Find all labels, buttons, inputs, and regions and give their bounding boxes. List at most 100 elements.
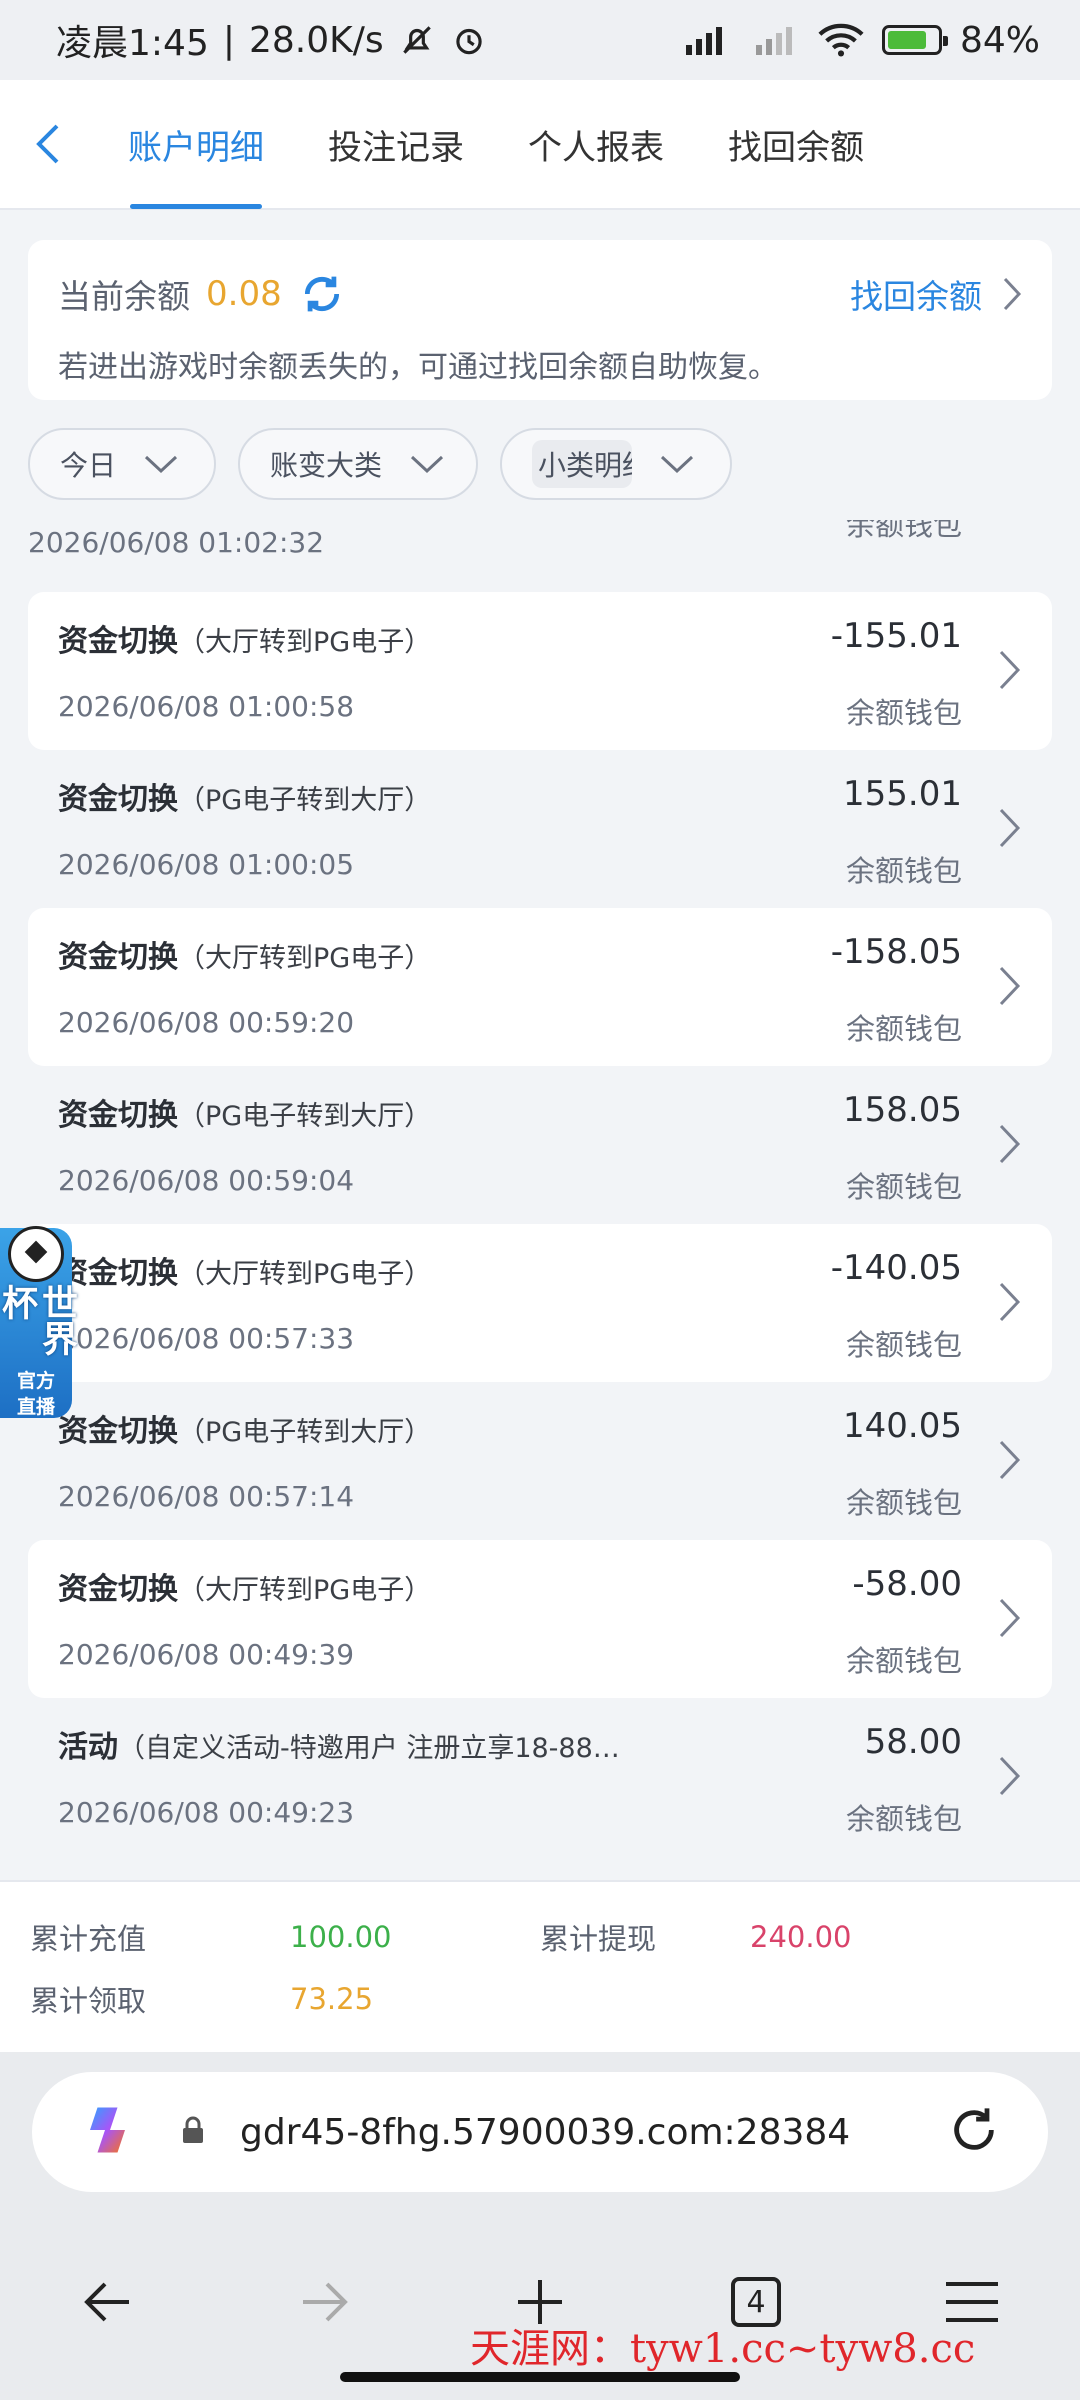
battery-level: 84% xyxy=(959,19,1040,61)
list-item[interactable]: 资金切换（PG电子转到大厅） 2026/06/08 01:00:05 155.0… xyxy=(28,750,1052,908)
record-time: 2026/06/08 01:02:32 xyxy=(28,526,325,559)
chevron-down-icon xyxy=(144,455,178,474)
status-time: 凌晨1:45 xyxy=(56,23,209,64)
record-title: 资金切换（PG电子转到大厅） xyxy=(58,1098,432,1133)
balance-value: 0.08 xyxy=(206,274,282,314)
list-item[interactable]: 活动（自定义活动-特邀用户 注册立享18-88… 2026/06/08 00:4… xyxy=(28,1698,1052,1856)
signal-weak-icon xyxy=(752,23,800,57)
record-time: 2026/06/08 01:00:58 xyxy=(58,690,355,723)
chevron-right-icon xyxy=(999,1598,1021,1638)
url-text: gdr45-8fhg.57900039.com:28384 xyxy=(240,2111,851,2153)
category-filter-label: 账变大类 xyxy=(270,449,383,482)
chevron-right-icon xyxy=(999,1282,1021,1322)
filter-bar: 今日 账变大类 小类明细 xyxy=(28,428,732,500)
list-item[interactable]: 资金切换（大厅转到PG电子） 2026/06/08 01:00:58 -155.… xyxy=(28,592,1052,750)
record-wallet: 余额钱包 xyxy=(845,1170,962,1204)
chevron-down-icon xyxy=(660,455,694,474)
tab-personal-report[interactable]: 个人报表 xyxy=(496,79,696,209)
record-wallet: 余额钱包 xyxy=(845,1328,962,1362)
record-detail: （大厅转到PG电子） xyxy=(178,627,432,658)
recharge-total-value: 100.00 xyxy=(290,1920,392,1954)
record-amount: 140.05 xyxy=(843,1406,962,1446)
record-title: 资金切换（PG电子转到大厅） xyxy=(58,782,432,817)
record-time: 2026/06/08 00:59:20 xyxy=(58,1006,355,1039)
balance-card: 当前余额 0.08 找回余额 若进出游戏时余额丢失的，可通过找回余额自助恢复。 xyxy=(28,240,1052,400)
status-separator: | xyxy=(222,19,235,61)
chevron-right-icon xyxy=(999,1440,1021,1480)
recover-balance-label: 找回余额 xyxy=(850,277,982,316)
record-title: 资金切换（大厅转到PG电子） xyxy=(58,1572,432,1607)
balance-note: 若进出游戏时余额丢失的，可通过找回余额自助恢复。 xyxy=(58,350,778,385)
football-icon xyxy=(8,1226,64,1282)
subcategory-filter[interactable]: 小类明细 xyxy=(500,428,732,500)
category-filter[interactable]: 账变大类 xyxy=(238,428,478,500)
record-detail: （大厅转到PG电子） xyxy=(178,943,432,974)
claim-total-label: 累计领取 xyxy=(30,1984,147,2018)
list-item[interactable]: 资金切换（PG电子转到大厅） 2026/06/08 00:57:14 140.0… xyxy=(28,1382,1052,1540)
record-time: 2026/06/08 01:00:05 xyxy=(58,848,355,881)
record-wallet: 余额钱包 xyxy=(845,854,962,888)
record-detail: （PG电子转到大厅） xyxy=(178,1101,432,1132)
record-time: 2026/06/08 00:49:39 xyxy=(58,1638,355,1671)
record-amount: 58.00 xyxy=(864,1722,962,1762)
world-cup-sub2: 直播 xyxy=(16,1396,55,1418)
tab-recover-balance[interactable]: 找回余额 xyxy=(696,79,896,209)
reload-icon[interactable] xyxy=(948,2104,1000,2160)
list-item[interactable]: 2026/06/08 01:02:32 余额钱包 xyxy=(28,520,1052,590)
browser-forward-button[interactable] xyxy=(264,2252,384,2352)
balance-label: 当前余额 xyxy=(58,277,190,316)
world-cup-sub1: 官方 xyxy=(16,1370,55,1392)
arrow-right-icon xyxy=(303,2282,348,2322)
record-amount: 155.01 xyxy=(843,774,962,814)
tab-bet-records[interactable]: 投注记录 xyxy=(296,79,496,209)
refresh-icon[interactable] xyxy=(300,272,344,316)
withdraw-total-value: 240.00 xyxy=(750,1920,852,1954)
copilot-icon[interactable] xyxy=(80,2100,140,2164)
record-wallet: 余额钱包 xyxy=(845,1644,962,1678)
recover-balance-link[interactable]: 找回余额 xyxy=(850,270,1022,318)
record-amount: -158.05 xyxy=(830,932,962,972)
record-detail: （自定义活动-特邀用户 注册立享18-88… xyxy=(118,1733,620,1764)
transaction-list: 2026/06/08 01:02:32 余额钱包 资金切换（大厅转到PG电子） … xyxy=(0,520,1080,1878)
record-amount: -58.00 xyxy=(852,1564,962,1604)
list-item[interactable]: 资金切换（大厅转到PG电子） 2026/06/08 00:59:20 -158.… xyxy=(28,908,1052,1066)
alarm-icon xyxy=(450,21,488,59)
arrow-left-icon xyxy=(84,2282,129,2322)
record-time: 2026/06/08 00:49:23 xyxy=(58,1796,355,1829)
chevron-right-icon xyxy=(999,650,1021,690)
list-item[interactable]: 资金切换（PG电子转到大厅） 2026/06/08 00:59:04 158.0… xyxy=(28,1066,1052,1224)
chevron-left-icon xyxy=(36,124,59,164)
top-nav: 账户明细 投注记录 个人报表 找回余额 xyxy=(0,80,1080,210)
record-amount: -155.01 xyxy=(830,616,962,656)
back-button[interactable] xyxy=(0,79,96,209)
claim-total-value: 73.25 xyxy=(290,1982,374,2016)
mute-icon xyxy=(398,21,436,59)
withdraw-total-label: 累计提现 xyxy=(540,1922,657,1956)
record-time: 2026/06/08 00:57:14 xyxy=(58,1480,355,1513)
record-time: 2026/06/08 00:59:04 xyxy=(58,1164,355,1197)
browser-back-button[interactable] xyxy=(48,2252,168,2352)
record-wallet: 余额钱包 xyxy=(845,696,962,730)
list-item[interactable]: 资金切换（大厅转到PG电子） 2026/06/08 00:57:33 -140.… xyxy=(28,1224,1052,1382)
record-wallet: 余额钱包 xyxy=(845,1012,962,1046)
record-wallet: 余额钱包 xyxy=(845,1486,962,1520)
record-time: 2026/06/08 00:57:33 xyxy=(58,1322,355,1355)
date-filter[interactable]: 今日 xyxy=(28,428,216,500)
record-title: 资金切换（大厅转到PG电子） xyxy=(58,1256,432,1291)
home-indicator[interactable] xyxy=(340,2372,740,2382)
list-item[interactable]: 资金切换（大厅转到PG电子） 2026/06/08 00:49:39 -58.0… xyxy=(28,1540,1052,1698)
chevron-right-icon xyxy=(1003,277,1022,311)
wifi-icon xyxy=(818,22,864,58)
record-title: 资金切换（PG电子转到大厅） xyxy=(58,1414,432,1449)
chevron-right-icon xyxy=(999,808,1021,848)
chevron-right-icon xyxy=(999,966,1021,1006)
tab-account-details[interactable]: 账户明细 xyxy=(96,79,296,209)
lock-icon xyxy=(180,2115,206,2149)
recharge-total-label: 累计充值 xyxy=(30,1922,147,1956)
world-cup-live-badge[interactable]: 世界杯 官方 直播 xyxy=(0,1226,77,1418)
record-amount: -140.05 xyxy=(830,1248,962,1288)
address-bar[interactable]: gdr45-8fhg.57900039.com:28384 xyxy=(32,2072,1048,2192)
record-title: 资金切换（大厅转到PG电子） xyxy=(58,624,432,659)
subcategory-filter-label: 小类明细 xyxy=(532,440,632,488)
record-detail: （大厅转到PG电子） xyxy=(178,1259,432,1290)
